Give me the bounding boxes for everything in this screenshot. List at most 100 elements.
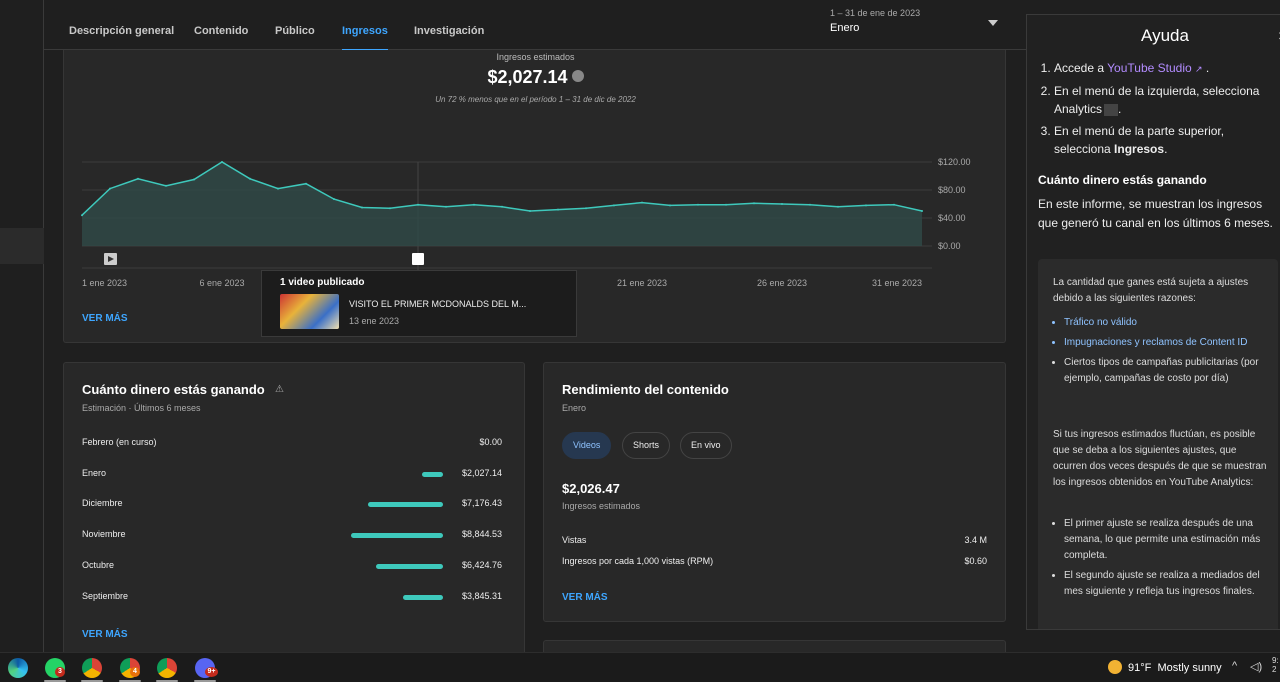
- performance-see-more-link[interactable]: VER MÁS: [562, 592, 608, 603]
- stat-views: Vistas 3.4 M: [562, 535, 987, 545]
- performance-title: Rendimiento del contenido: [562, 382, 729, 397]
- video-thumbnail[interactable]: [280, 294, 339, 329]
- help-steps: Accede a YouTube Studio ↗ . En el menú d…: [1054, 59, 1280, 162]
- earnings-see-more-link[interactable]: VER MÁS: [82, 629, 128, 640]
- data-point: [921, 210, 923, 212]
- revenue-value-text: $2,027.14: [487, 67, 568, 87]
- chip-live[interactable]: En vivo: [680, 432, 732, 459]
- weather-temp: 91°F: [1128, 661, 1152, 674]
- earnings-bar: [368, 502, 443, 508]
- stat-rpm-label: Ingresos por cada 1,000 vistas (RPM): [562, 556, 714, 566]
- speaker-icon[interactable]: ◁): [1250, 660, 1262, 673]
- analytics-tab-bar: Descripción general Contenido Público In…: [44, 0, 1026, 51]
- data-point: [669, 204, 671, 207]
- data-point: [193, 178, 195, 181]
- x-tick-label: 26 ene 2023: [757, 278, 807, 288]
- earnings-subtitle: Estimación · Últimos 6 meses: [82, 403, 201, 413]
- weather-widget[interactable]: 91°F Mostly sunny: [1108, 660, 1222, 675]
- data-point: [865, 204, 867, 207]
- data-point: [725, 203, 727, 206]
- help-box-intro: La cantidad que ganes está sujeta a ajus…: [1053, 277, 1249, 304]
- help-section-text: En este informe, se muestran los ingreso…: [1038, 197, 1273, 230]
- clock[interactable]: 9: 2: [1272, 656, 1279, 674]
- earnings-value: $2,027.14: [461, 467, 502, 478]
- tab-audience[interactable]: Público: [275, 25, 315, 37]
- data-point: [109, 187, 111, 190]
- step-2-post: .: [1118, 102, 1122, 116]
- step-3-post: .: [1164, 142, 1168, 156]
- data-point: [249, 177, 251, 180]
- step-2-text: En el menú de la izquierda, selecciona A…: [1054, 84, 1260, 116]
- chevron-up-icon[interactable]: ^: [1232, 660, 1237, 672]
- step-1-post: .: [1202, 61, 1210, 75]
- earnings-row: Noviembre $8,844.53: [82, 529, 502, 545]
- revenue-see-more-link[interactable]: VER MÁS: [82, 313, 128, 324]
- help-adjustments-list: El primer ajuste se realiza después de u…: [1064, 516, 1272, 604]
- tooltip-video-title[interactable]: VISITO EL PRIMER MCDONALDS DEL M...: [349, 299, 526, 309]
- tab-revenue[interactable]: Ingresos: [342, 25, 388, 51]
- revenue-comparison: Un 72 % menos que en el período 1 – 31 d…: [435, 95, 636, 104]
- data-point: [781, 203, 783, 205]
- tab-overview[interactable]: Descripción general: [69, 25, 174, 37]
- earnings-row: Febrero (en curso) $0.00: [82, 437, 502, 453]
- y-tick-label: $0.00: [938, 241, 961, 251]
- revenue-value: $2,027.14: [64, 67, 1007, 88]
- chrome-icon[interactable]: [82, 658, 102, 678]
- analytics-icon: [1104, 103, 1119, 116]
- performance-revenue-value: $2,026.47: [562, 481, 620, 496]
- help-step-3: En el menú de la parte superior, selecci…: [1054, 122, 1280, 158]
- chrome-profile-2-icon[interactable]: [157, 658, 177, 678]
- data-point: [277, 187, 279, 190]
- data-point: [585, 207, 587, 210]
- y-tick-label: $120.00: [938, 157, 971, 167]
- reason-content-id-link[interactable]: Impugnaciones y reclamos de Content ID: [1064, 335, 1272, 351]
- clock-time: 9:: [1272, 656, 1279, 665]
- chevron-down-icon: [988, 20, 998, 26]
- data-point: [753, 202, 755, 205]
- earnings-bar: [376, 563, 443, 569]
- earnings-value: $8,844.53: [461, 529, 502, 540]
- x-tick-label: 31 ene 2023: [872, 278, 922, 288]
- edge-icon[interactable]: [8, 658, 28, 678]
- x-tick-label: 1 ene 2023: [82, 278, 127, 288]
- revenue-label: Ingresos estimados: [496, 52, 575, 62]
- earnings-value: $3,845.31: [461, 590, 502, 601]
- youtube-studio-link[interactable]: YouTube Studio: [1107, 61, 1192, 75]
- step-3-bold: Ingresos: [1114, 142, 1165, 156]
- chrome-profile-badge: 4: [130, 667, 140, 677]
- chip-videos[interactable]: Videos: [562, 432, 612, 459]
- earnings-month: Enero: [82, 467, 107, 478]
- earnings-bar: [421, 471, 443, 477]
- windows-taskbar: 3 4 9+ 91°F Mostly sunny ^ ◁) 9: 2: [0, 652, 1280, 682]
- earnings-month: Septiembre: [82, 590, 129, 601]
- data-point: [445, 205, 447, 208]
- earnings-card: Cuánto dinero estás ganando ⚠ Estimación…: [63, 362, 525, 662]
- download-icon[interactable]: [571, 70, 584, 83]
- period-name: Enero: [830, 22, 860, 34]
- content-performance-card: Rendimiento del contenido Enero Videos S…: [543, 362, 1006, 622]
- earnings-row: Septiembre $3,845.31: [82, 591, 502, 607]
- data-point: [837, 205, 839, 208]
- tab-content[interactable]: Contenido: [194, 25, 248, 37]
- sidebar-selected-item[interactable]: [0, 228, 44, 264]
- data-point: [221, 161, 223, 163]
- warning-icon[interactable]: ⚠: [275, 384, 284, 395]
- data-point: [305, 182, 307, 185]
- data-point: [641, 201, 643, 204]
- reason-campaigns: Ciertos tipos de campañas publicitarias …: [1064, 355, 1272, 387]
- step-1-text: Accede a: [1054, 61, 1108, 75]
- data-point: [417, 203, 419, 206]
- help-step-1: Accede a YouTube Studio ↗ .: [1054, 59, 1280, 78]
- chip-shorts[interactable]: Shorts: [622, 432, 671, 459]
- earnings-bar: [403, 594, 443, 600]
- video-marker[interactable]: [412, 253, 424, 265]
- reason-invalid-traffic-link[interactable]: Tráfico no válido: [1064, 315, 1272, 331]
- earnings-row: Enero $2,027.14: [82, 468, 502, 484]
- period-selector[interactable]: 1 – 31 de ene de 2023 Enero: [830, 8, 1010, 40]
- help-section-title: Cuánto dinero estás ganando: [1038, 173, 1207, 187]
- period-range: 1 – 31 de ene de 2023: [830, 8, 921, 18]
- tab-research[interactable]: Investigación: [414, 25, 484, 37]
- adjustment-2: El segundo ajuste se realiza a mediados …: [1064, 568, 1272, 600]
- help-reasons-list: Tráfico no válido Impugnaciones y reclam…: [1064, 315, 1272, 391]
- earnings-value: $0.00: [479, 437, 502, 447]
